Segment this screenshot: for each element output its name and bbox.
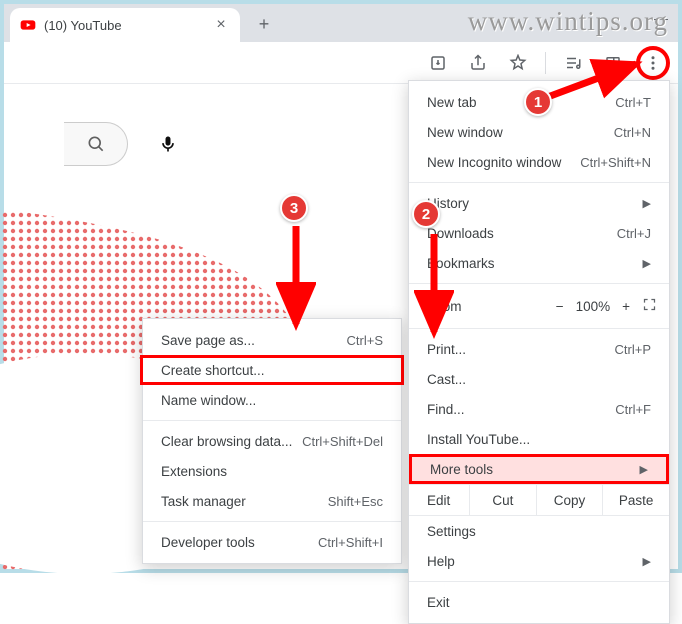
share-icon[interactable] bbox=[461, 46, 495, 80]
clear-browsing-data-item[interactable]: Clear browsing data...Ctrl+Shift+Del bbox=[143, 426, 401, 456]
extensions-item[interactable]: Extensions bbox=[143, 456, 401, 486]
developer-tools-item[interactable]: Developer toolsCtrl+Shift+I bbox=[143, 527, 401, 557]
new-tab-button[interactable]: + bbox=[250, 10, 278, 38]
separator bbox=[143, 521, 401, 522]
menu-find[interactable]: Find...Ctrl+F bbox=[409, 394, 669, 424]
menu-bookmarks[interactable]: Bookmarks▶ bbox=[409, 248, 669, 278]
annotation-badge-2: 2 bbox=[412, 200, 440, 228]
search-button[interactable] bbox=[64, 122, 128, 166]
menu-zoom: Zoom − 100% + bbox=[409, 289, 669, 323]
bookmark-star-icon[interactable] bbox=[501, 46, 535, 80]
menu-history[interactable]: History▶ bbox=[409, 188, 669, 218]
separator bbox=[409, 283, 669, 284]
chrome-menu-button[interactable] bbox=[636, 46, 670, 80]
task-manager-item[interactable]: Task managerShift+Esc bbox=[143, 486, 401, 516]
separator bbox=[545, 52, 546, 74]
menu-help[interactable]: Help▶ bbox=[409, 546, 669, 576]
install-app-icon[interactable] bbox=[421, 46, 455, 80]
chrome-menu: New tabCtrl+T New windowCtrl+N New Incog… bbox=[408, 80, 670, 624]
edit-paste[interactable]: Paste bbox=[602, 485, 669, 515]
separator bbox=[409, 581, 669, 582]
separator bbox=[409, 182, 669, 183]
panel-icon[interactable] bbox=[596, 46, 630, 80]
separator bbox=[143, 420, 401, 421]
edit-cut[interactable]: Cut bbox=[469, 485, 536, 515]
annotation-badge-3: 3 bbox=[280, 194, 308, 222]
menu-exit[interactable]: Exit bbox=[409, 587, 669, 617]
menu-new-incognito[interactable]: New Incognito windowCtrl+Shift+N bbox=[409, 147, 669, 177]
menu-edit-row: Edit Cut Copy Paste bbox=[409, 484, 669, 516]
edit-label: Edit bbox=[409, 485, 469, 515]
tab-strip: (10) YouTube × + bbox=[4, 4, 678, 42]
chevron-right-icon: ▶ bbox=[643, 197, 651, 210]
music-queue-icon[interactable] bbox=[556, 46, 590, 80]
annotation-badge-1: 1 bbox=[524, 88, 552, 116]
menu-downloads[interactable]: DownloadsCtrl+J bbox=[409, 218, 669, 248]
edit-copy[interactable]: Copy bbox=[536, 485, 603, 515]
menu-cast[interactable]: Cast... bbox=[409, 364, 669, 394]
browser-tab[interactable]: (10) YouTube × bbox=[10, 8, 240, 42]
chevron-right-icon: ▶ bbox=[643, 555, 651, 568]
browser-toolbar bbox=[4, 42, 678, 84]
zoom-value: 100% bbox=[576, 299, 611, 314]
menu-print[interactable]: Print...Ctrl+P bbox=[409, 334, 669, 364]
menu-more-tools[interactable]: More tools▶ bbox=[409, 454, 669, 484]
name-window-item[interactable]: Name window... bbox=[143, 385, 401, 415]
menu-new-window[interactable]: New windowCtrl+N bbox=[409, 117, 669, 147]
menu-install-youtube[interactable]: Install YouTube... bbox=[409, 424, 669, 454]
save-page-item[interactable]: Save page as...Ctrl+S bbox=[143, 325, 401, 355]
create-shortcut-item[interactable]: Create shortcut... bbox=[140, 355, 404, 385]
tab-title: (10) YouTube bbox=[44, 18, 122, 33]
fullscreen-icon[interactable] bbox=[642, 297, 657, 315]
voice-search-button[interactable] bbox=[148, 124, 188, 164]
chevron-right-icon: ▶ bbox=[640, 463, 648, 476]
tab-close-icon[interactable]: × bbox=[212, 16, 230, 34]
menu-settings[interactable]: Settings bbox=[409, 516, 669, 546]
more-tools-submenu: Save page as...Ctrl+S Create shortcut...… bbox=[142, 318, 402, 564]
zoom-in-button[interactable]: + bbox=[622, 299, 630, 314]
youtube-icon bbox=[20, 17, 36, 33]
window-controls: — bbox=[652, 10, 670, 26]
zoom-out-button[interactable]: − bbox=[556, 299, 564, 314]
minimize-icon[interactable]: — bbox=[652, 10, 670, 26]
chevron-right-icon: ▶ bbox=[643, 257, 651, 270]
separator bbox=[409, 328, 669, 329]
